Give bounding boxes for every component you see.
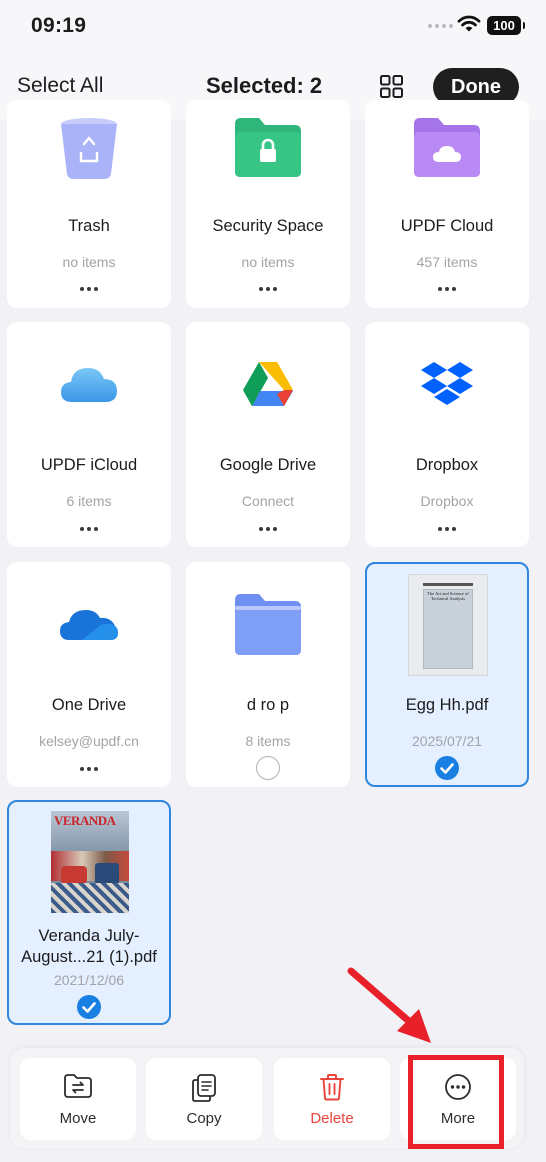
tile-google-drive[interactable]: Google Drive Connect: [186, 322, 350, 547]
selected-checkmark-icon[interactable]: [435, 756, 459, 780]
cloud-folder-icon: [414, 118, 480, 177]
tile-subtitle: Dropbox: [420, 493, 474, 509]
move-button[interactable]: Move: [20, 1058, 136, 1140]
folder-icon: [235, 594, 301, 655]
move-folder-icon: [64, 1074, 92, 1098]
tile-updf-icloud[interactable]: UPDF iCloud 6 items: [7, 322, 171, 547]
tile-name: Security Space: [212, 217, 324, 235]
grid-view-icon[interactable]: [380, 75, 403, 98]
copy-icon: [192, 1074, 216, 1102]
tile-security-space[interactable]: Security Space no items: [186, 100, 350, 308]
tile-name: Egg Hh.pdf: [405, 696, 489, 714]
tile-subtitle: Connect: [241, 493, 295, 509]
tile-subtitle: kelsey@updf.cn: [39, 733, 139, 749]
selection-checkbox[interactable]: [256, 756, 280, 780]
more-circle-icon: [445, 1074, 471, 1100]
pdf-thumbnail: The Art and Science of Technical Analysi…: [408, 574, 488, 676]
more-button[interactable]: More: [400, 1058, 516, 1140]
tile-subtitle: no items: [62, 254, 116, 270]
google-drive-icon: [243, 362, 293, 406]
tile-dropbox[interactable]: Dropbox Dropbox: [365, 322, 529, 547]
status-bar: 09:19 100: [0, 0, 546, 52]
tile-updf-cloud[interactable]: UPDF Cloud 457 items: [365, 100, 529, 308]
delete-button[interactable]: Delete: [274, 1058, 390, 1140]
tile-trash[interactable]: Trash no items: [7, 100, 171, 308]
battery-indicator: 100: [487, 16, 525, 35]
more-label: More: [440, 1110, 476, 1127]
more-options-icon[interactable]: [434, 523, 460, 535]
trash-icon: [320, 1074, 344, 1101]
tile-name: Veranda July- August...21 (1).pdf: [9, 926, 169, 968]
tile-name-line-2: August...21 (1).pdf: [21, 948, 157, 966]
tile-egg-hh-pdf[interactable]: The Art and Science of Technical Analysi…: [365, 562, 529, 787]
bottom-toolbar: Move Copy Delete More: [10, 1048, 524, 1148]
tile-name: Dropbox: [415, 456, 479, 474]
tile-subtitle: 457 items: [416, 254, 478, 270]
tile-name: UPDF Cloud: [400, 217, 494, 235]
magazine-masthead: VERANDA: [54, 813, 116, 828]
tile-subtitle: 6 items: [66, 493, 112, 509]
more-options-icon[interactable]: [255, 283, 281, 295]
move-label: Move: [59, 1110, 97, 1127]
more-options-icon[interactable]: [76, 283, 102, 295]
trash-icon: [61, 118, 117, 179]
tile-name-line-1: Veranda July-: [38, 927, 140, 945]
selected-checkmark-icon[interactable]: [77, 995, 101, 1019]
page-title: Selected: 2: [206, 73, 323, 98]
select-all-button[interactable]: Select All: [17, 74, 103, 98]
tile-subtitle: no items: [241, 254, 295, 270]
more-options-icon[interactable]: [434, 283, 460, 295]
thumbnail-title: The Art and Science of Technical Analysi…: [427, 591, 469, 601]
tile-name: Google Drive: [219, 456, 317, 474]
tile-folder-drop[interactable]: d ro p 8 items: [186, 562, 350, 787]
tile-name: d ro p: [246, 696, 290, 714]
tile-name: Trash: [68, 217, 110, 235]
tile-subtitle: 2021/12/06: [53, 972, 125, 988]
tile-name: One Drive: [51, 696, 127, 714]
wifi-icon: [457, 15, 481, 32]
copy-label: Copy: [186, 1110, 222, 1127]
tile-subtitle: 8 items: [245, 733, 291, 749]
more-options-icon[interactable]: [76, 523, 102, 535]
tile-veranda-pdf[interactable]: VERANDA Veranda July- August...21 (1).pd…: [7, 800, 171, 1025]
annotation-arrow-icon: [347, 967, 431, 1043]
delete-label: Delete: [310, 1110, 354, 1127]
lock-folder-icon: [235, 118, 301, 177]
tile-name: UPDF iCloud: [40, 456, 138, 474]
more-options-icon[interactable]: [255, 523, 281, 535]
signal-dots-icon: [428, 24, 453, 28]
status-time: 09:19: [31, 14, 87, 37]
copy-button[interactable]: Copy: [146, 1058, 262, 1140]
magazine-thumbnail: VERANDA: [51, 811, 129, 913]
tile-one-drive[interactable]: One Drive kelsey@updf.cn: [7, 562, 171, 787]
tile-subtitle: 2025/07/21: [411, 733, 483, 749]
icloud-icon: [61, 368, 117, 402]
more-options-icon[interactable]: [76, 763, 102, 775]
onedrive-icon: [60, 610, 118, 640]
dropbox-icon: [421, 362, 473, 405]
